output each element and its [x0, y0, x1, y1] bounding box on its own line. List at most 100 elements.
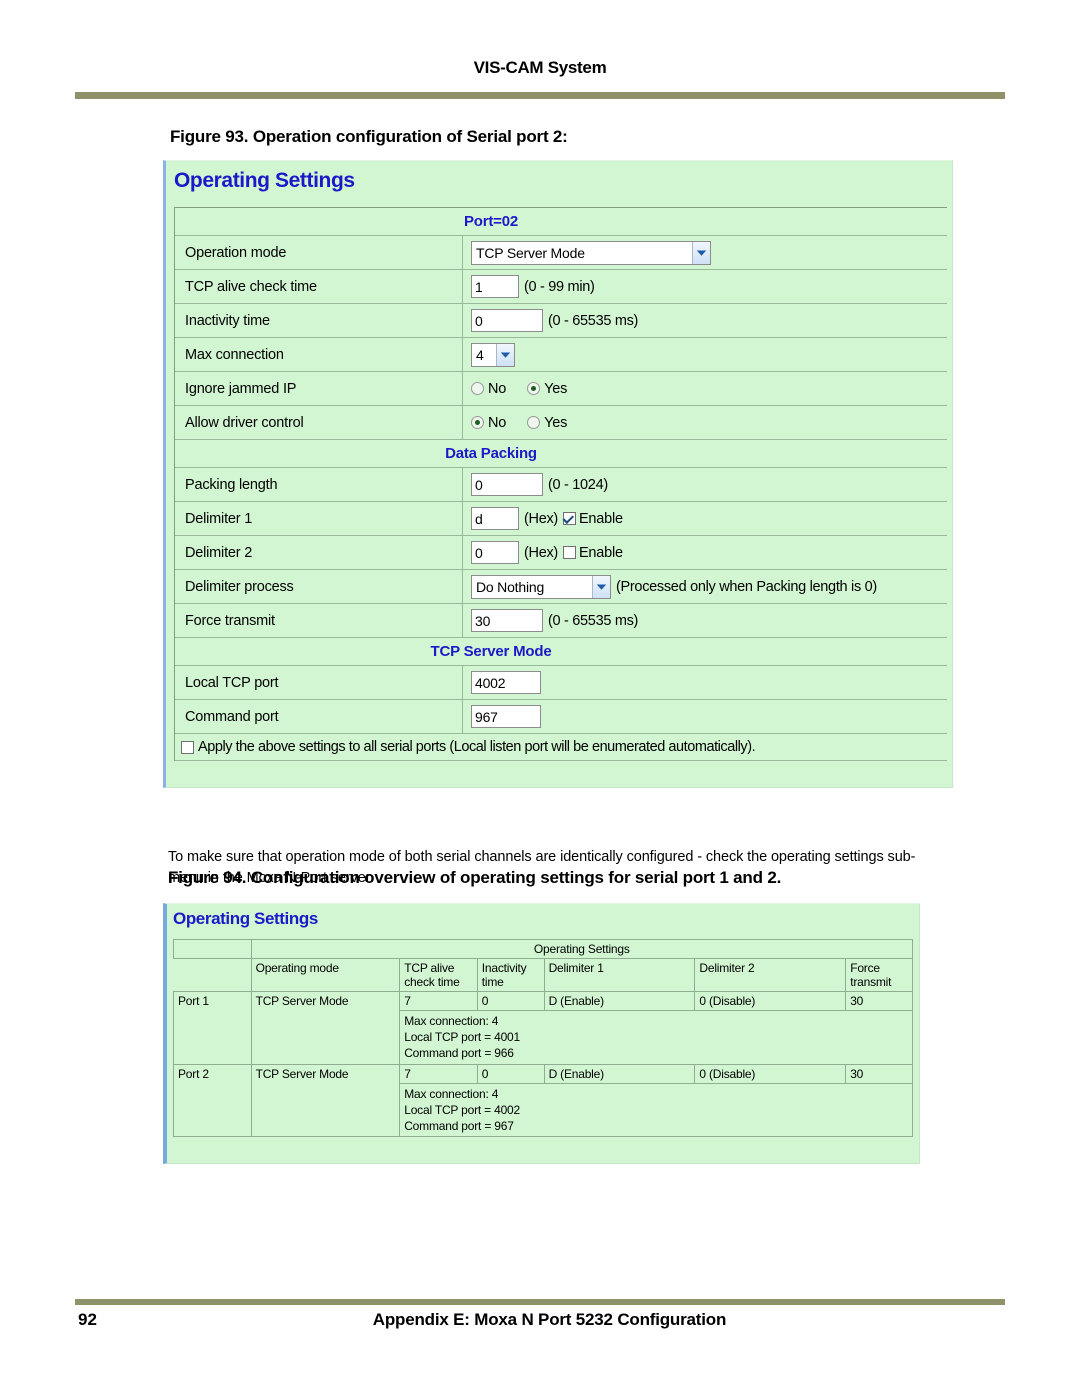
port-1-max-connection: Max connection: 4	[404, 1014, 499, 1028]
port-2-local-tcp-port: Local TCP port = 4002	[404, 1102, 520, 1117]
value-delimiter-process: Do Nothing (Processed only when Packing …	[463, 574, 947, 599]
allow-driver-control-yes-option[interactable]: Yes	[527, 415, 567, 431]
row-command-port: Command port 967	[175, 700, 947, 734]
port-1-details: Max connection: 4 Local TCP port = 4001 …	[399, 1010, 913, 1065]
value-allow-driver-control: No Yes	[463, 415, 947, 431]
table-row: Port 2 TCP Server Mode 7 0 D (Enable) 0 …	[173, 1063, 913, 1138]
row-force-transmit: Force transmit 30 (0 - 65535 ms)	[175, 604, 947, 638]
operation-mode-select[interactable]: TCP Server Mode	[471, 240, 711, 265]
table-group-header-row: Operating Settings	[173, 939, 914, 959]
delimiter-1-enable-checkbox[interactable]: Enable	[562, 510, 623, 527]
row-tcp-alive-check-time: TCP alive check time 1 (0 - 99 min)	[175, 270, 947, 304]
delimiter-process-selected-value: Do Nothing	[476, 578, 545, 595]
column-header-delimiter-1: Delimiter 1	[543, 958, 696, 992]
delimiter-2-input[interactable]: 0	[471, 541, 519, 564]
row-delimiter-process: Delimiter process Do Nothing (Processed …	[175, 570, 947, 604]
column-header-inactivity-time: Inactivity time	[476, 958, 545, 992]
row-delimiter-1: Delimiter 1 d (Hex) Enable	[175, 502, 947, 536]
port-2-delimiter-1: D (Enable)	[543, 1063, 696, 1084]
apply-to-all-ports-label: Apply the above settings to all serial p…	[198, 739, 756, 755]
port-1-delimiter-2: 0 (Disable)	[694, 991, 847, 1011]
footer-title: Appendix E: Moxa N Port 5232 Configurati…	[372, 1310, 727, 1329]
row-inactivity-time: Inactivity time 0 (0 - 65535 ms)	[175, 304, 947, 338]
column-header-operating-mode: Operating mode	[250, 958, 401, 992]
port-1-operating-mode: TCP Server Mode	[250, 991, 401, 1065]
radio-icon	[471, 382, 484, 395]
ignore-jammed-ip-yes-option[interactable]: Yes	[527, 381, 567, 397]
row-operation-mode: Operation mode TCP Server Mode	[175, 236, 947, 270]
row-ignore-jammed-ip: Ignore jammed IP No Yes	[175, 372, 947, 406]
local-tcp-port-input[interactable]: 4002	[471, 671, 541, 694]
port-1-label: Port 1	[173, 991, 252, 1065]
label-force-transmit: Force transmit	[175, 604, 463, 637]
force-transmit-input[interactable]: 30	[471, 609, 543, 632]
table-row: Port 1 TCP Server Mode 7 0 D (Enable) 0 …	[173, 991, 913, 1065]
port-2-command-port: Command port = 967	[404, 1118, 514, 1133]
allow-driver-control-no-label: No	[488, 414, 507, 431]
page-number: 92	[78, 1310, 97, 1329]
page-header: VIS-CAM System	[0, 0, 1080, 78]
row-delimiter-2: Delimiter 2 0 (Hex) Enable	[175, 536, 947, 570]
port-2-operating-mode: TCP Server Mode	[250, 1063, 401, 1138]
chevron-down-icon	[592, 575, 610, 598]
port-1-force-transmit: 30	[845, 991, 913, 1011]
force-transmit-hint: (0 - 65535 ms)	[548, 612, 639, 629]
ignore-jammed-ip-no-option[interactable]: No	[471, 381, 506, 397]
port-header-label: Port=02	[463, 213, 519, 230]
label-operation-mode: Operation mode	[175, 236, 463, 269]
port-1-local-tcp-port: Local TCP port = 4001	[404, 1030, 520, 1045]
column-header-delimiter-2: Delimiter 2	[694, 958, 847, 992]
label-delimiter-1: Delimiter 1	[175, 502, 463, 535]
ignore-jammed-ip-yes-label: Yes	[544, 380, 568, 397]
value-inactivity-time: 0 (0 - 65535 ms)	[463, 309, 947, 332]
label-tcp-alive-check-time: TCP alive check time	[175, 270, 463, 303]
checkbox-icon[interactable]	[181, 740, 194, 754]
port-1-command-port: Command port = 966	[404, 1046, 514, 1061]
allow-driver-control-no-option[interactable]: No	[471, 415, 506, 431]
document-header-title: VIS-CAM System	[473, 58, 607, 77]
port-1-inactivity-time: 0	[476, 991, 545, 1011]
port-header-row: Port=02	[175, 208, 947, 236]
tcp-alive-check-time-input[interactable]: 1	[471, 275, 519, 298]
delimiter-1-enable-label: Enable	[578, 510, 623, 527]
port-2-force-transmit: 30	[845, 1063, 913, 1084]
packing-length-input[interactable]: 0	[471, 473, 543, 496]
value-max-connection: 4	[463, 342, 947, 367]
operation-mode-selected-value: TCP Server Mode	[476, 244, 585, 261]
apply-to-all-ports-row[interactable]: Apply the above settings to all serial p…	[175, 734, 947, 761]
delimiter-2-enable-label: Enable	[578, 544, 623, 561]
packing-length-hint: (0 - 1024)	[548, 476, 608, 493]
checkbox-icon	[562, 546, 576, 559]
command-port-input[interactable]: 967	[471, 705, 541, 728]
column-header-tcp-alive-check-time: TCP alive check time	[399, 958, 478, 992]
figure-93-panel: Operating Settings Port=02 Operation mod…	[163, 160, 953, 788]
value-ignore-jammed-ip: No Yes	[463, 381, 947, 397]
label-ignore-jammed-ip: Ignore jammed IP	[175, 372, 463, 405]
inactivity-time-hint: (0 - 65535 ms)	[548, 312, 639, 329]
operating-settings-panel-title: Operating Settings	[174, 169, 355, 192]
delimiter-1-input[interactable]: d	[471, 507, 519, 530]
chevron-down-icon	[496, 343, 514, 366]
label-local-tcp-port: Local TCP port	[175, 666, 463, 699]
row-max-connection: Max connection 4	[175, 338, 947, 372]
radio-selected-icon	[471, 416, 484, 429]
allow-driver-control-yes-label: Yes	[544, 414, 568, 431]
footer-rule	[75, 1299, 1005, 1305]
delimiter-2-enable-checkbox[interactable]: Enable	[562, 544, 623, 561]
figure-94-panel: Operating Settings Operating Settings Op…	[163, 903, 920, 1164]
value-tcp-alive-check-time: 1 (0 - 99 min)	[463, 275, 947, 298]
max-connection-select[interactable]: 4	[471, 342, 515, 367]
value-delimiter-2: 0 (Hex) Enable	[463, 541, 947, 564]
column-header-spacer	[173, 958, 252, 992]
row-packing-length: Packing length 0 (0 - 1024)	[175, 468, 947, 502]
port-1-tcp-alive-check-time: 7	[399, 991, 478, 1011]
max-connection-selected-value: 4	[476, 346, 484, 363]
label-delimiter-process: Delimiter process	[175, 570, 463, 603]
delimiter-process-select[interactable]: Do Nothing	[471, 574, 611, 599]
inactivity-time-input[interactable]: 0	[471, 309, 543, 332]
label-allow-driver-control: Allow driver control	[175, 406, 463, 439]
value-packing-length: 0 (0 - 1024)	[463, 473, 947, 496]
tcp-server-mode-section-label: TCP Server Mode	[430, 643, 552, 660]
checkbox-checked-icon	[562, 512, 576, 525]
radio-selected-icon	[527, 382, 541, 395]
